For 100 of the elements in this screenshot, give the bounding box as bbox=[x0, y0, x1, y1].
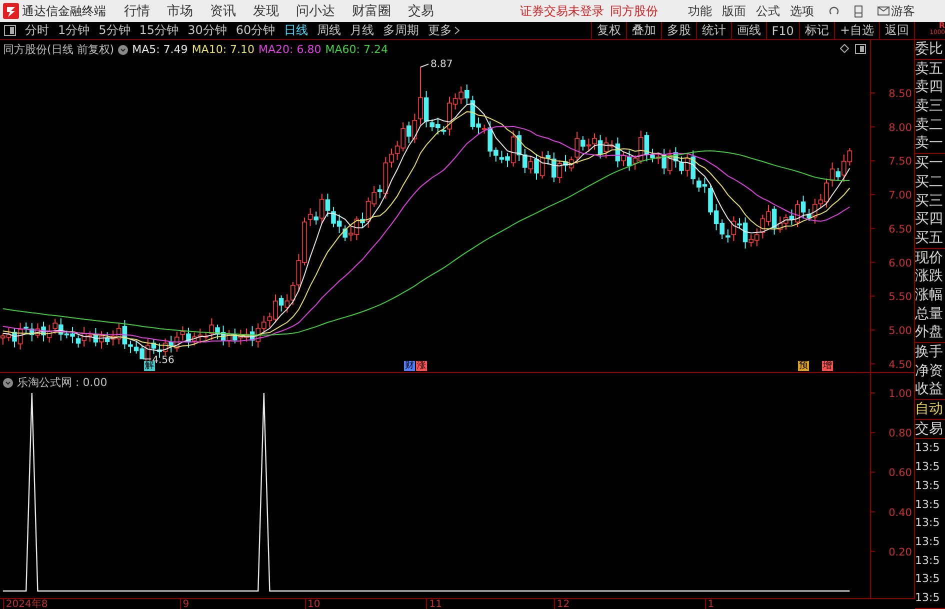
period-tab[interactable]: 1分钟 bbox=[58, 22, 90, 39]
menu-item[interactable]: 功能 bbox=[688, 2, 712, 20]
quote-label: 涨跌 bbox=[915, 267, 944, 286]
menu-item[interactable]: 公式 bbox=[756, 2, 780, 20]
axis-label: 0.40 bbox=[888, 506, 912, 519]
quote-label: 买五 bbox=[915, 228, 944, 248]
period-tab[interactable]: 60分钟 bbox=[236, 22, 276, 39]
indicator-title: 乐淘公式网 : 0.00 bbox=[17, 375, 108, 390]
period-tab[interactable]: 30分钟 bbox=[188, 22, 227, 39]
axis-label: 8.50 bbox=[888, 88, 912, 100]
quote-label: 买四 bbox=[915, 210, 944, 229]
user-label[interactable]: 游客 bbox=[891, 2, 915, 20]
refresh-icon[interactable] bbox=[828, 5, 840, 17]
quote-label: 卖三 bbox=[915, 97, 944, 116]
chevron-icon[interactable] bbox=[118, 44, 128, 54]
chevron-right-icon[interactable] bbox=[454, 26, 460, 35]
date-label: 9 bbox=[180, 599, 190, 609]
quote-label: 外盘 bbox=[915, 323, 944, 342]
menu-item[interactable]: 问小达 bbox=[296, 2, 335, 20]
period-tab[interactable]: 5分钟 bbox=[98, 22, 130, 39]
time-cell-text: 13:5 bbox=[915, 478, 941, 494]
quote-label: 买三 bbox=[915, 192, 944, 210]
menu-item[interactable]: 资讯 bbox=[210, 2, 236, 20]
period-tab[interactable]: 日线 bbox=[284, 22, 308, 39]
quote-label: 收益 bbox=[915, 380, 944, 400]
event-badge[interactable]: 增 bbox=[822, 361, 833, 371]
scale-label: R bbox=[938, 22, 945, 30]
time-cell-text: 13:5 bbox=[915, 496, 941, 512]
app-logo-icon bbox=[3, 3, 19, 19]
quote-label: 涨幅 bbox=[915, 286, 944, 305]
quote-label: 卖二 bbox=[915, 116, 944, 134]
menu-item[interactable]: 交易 bbox=[408, 2, 434, 20]
app-title: 通达信金融终端 bbox=[22, 2, 106, 20]
quote-label: 总量 bbox=[915, 304, 944, 324]
axis-label: 6.00 bbox=[888, 257, 912, 270]
event-badge[interactable]: 涨 bbox=[416, 361, 427, 371]
menu-item[interactable]: 财富圈 bbox=[352, 2, 391, 20]
quote-label: 买二 bbox=[915, 172, 944, 192]
quote-label: 卖五 bbox=[915, 60, 944, 78]
date-label: 12 bbox=[554, 599, 570, 609]
chevron-icon[interactable] bbox=[3, 378, 13, 388]
leader-line bbox=[420, 64, 429, 68]
period-tab[interactable]: 15分钟 bbox=[139, 22, 179, 39]
axis-label: 4.50 bbox=[888, 358, 912, 371]
quote-label: 交易 bbox=[915, 420, 944, 438]
indicator-value: MA20: 6.80 bbox=[258, 43, 322, 56]
date-label: 11 bbox=[426, 599, 442, 609]
quote-label: 委比 bbox=[915, 40, 944, 59]
time-cell-text: 13:5 bbox=[915, 440, 941, 456]
time-cell-text: 13:5 bbox=[915, 590, 941, 606]
menu-item[interactable]: 行情 bbox=[124, 2, 150, 20]
event-badge[interactable]: 预 bbox=[798, 361, 809, 371]
quote-label: 换手 bbox=[915, 343, 944, 362]
axis-label: 5.00 bbox=[888, 324, 912, 337]
panel-toggle-icon[interactable] bbox=[855, 44, 866, 54]
axis-label: 0.60 bbox=[888, 467, 912, 480]
period-tab[interactable]: 周线 bbox=[317, 22, 342, 39]
panel-toggle-icon[interactable] bbox=[4, 25, 16, 36]
menu-item[interactable]: 市场 bbox=[167, 2, 193, 20]
date-label: 2024年8 bbox=[2, 599, 48, 609]
indicator-value: MA5: 7.49 bbox=[132, 43, 188, 56]
time-cell-text: 13:5 bbox=[915, 534, 941, 550]
axis-label: 0.80 bbox=[888, 428, 912, 440]
period-tab[interactable]: 更多 bbox=[428, 22, 460, 39]
event-badge[interactable]: 解 bbox=[144, 361, 155, 371]
time-cell-text: 13:5 bbox=[915, 571, 941, 588]
axis-label: 7.50 bbox=[888, 156, 912, 168]
quote-label: 卖四 bbox=[915, 78, 944, 98]
menu-item[interactable]: 版面 bbox=[722, 2, 746, 20]
event-badge[interactable]: 财 bbox=[404, 361, 415, 371]
axis-label: 7.00 bbox=[888, 190, 912, 202]
quote-label: 买一 bbox=[915, 154, 944, 173]
quote-label: 净资 bbox=[915, 362, 944, 380]
mode-toggle[interactable]: 自动 bbox=[915, 400, 945, 419]
mail-icon[interactable] bbox=[877, 6, 890, 16]
date-label: 1 bbox=[704, 599, 714, 609]
status-text: 同方股份 bbox=[610, 2, 658, 20]
quote-label: 卖一 bbox=[915, 134, 944, 154]
axis-label: 0.20 bbox=[888, 546, 912, 558]
leader-line bbox=[142, 358, 152, 360]
menu-item[interactable]: 选项 bbox=[790, 2, 814, 20]
status-text: 证券交易未登录 bbox=[520, 2, 604, 20]
price-label: 8.87 bbox=[430, 59, 453, 70]
time-cell-text: 13:5 bbox=[915, 459, 941, 476]
date-label: 10 bbox=[304, 599, 320, 609]
period-tab[interactable]: 分时 bbox=[25, 22, 49, 39]
axis-label: 5.50 bbox=[888, 291, 912, 304]
chart-title: 同方股份(日线 前复权) bbox=[3, 42, 114, 57]
diamond-icon[interactable] bbox=[840, 44, 849, 53]
indicator-value: MA10: 7.10 bbox=[192, 43, 255, 56]
menu-item[interactable]: 发现 bbox=[253, 2, 279, 20]
period-tab[interactable]: 月线 bbox=[350, 22, 374, 39]
time-cell-text: 13:5 bbox=[915, 515, 941, 532]
axis-label: 1.00 bbox=[888, 388, 912, 400]
price-label: 4.56 bbox=[152, 354, 174, 366]
time-cell-text: 13:5 bbox=[915, 552, 941, 569]
axis-label: 8.00 bbox=[888, 122, 912, 134]
period-tab[interactable]: 多周期 bbox=[383, 22, 420, 39]
quote-label: 现价 bbox=[915, 248, 944, 268]
axis-label: 6.50 bbox=[888, 223, 912, 236]
